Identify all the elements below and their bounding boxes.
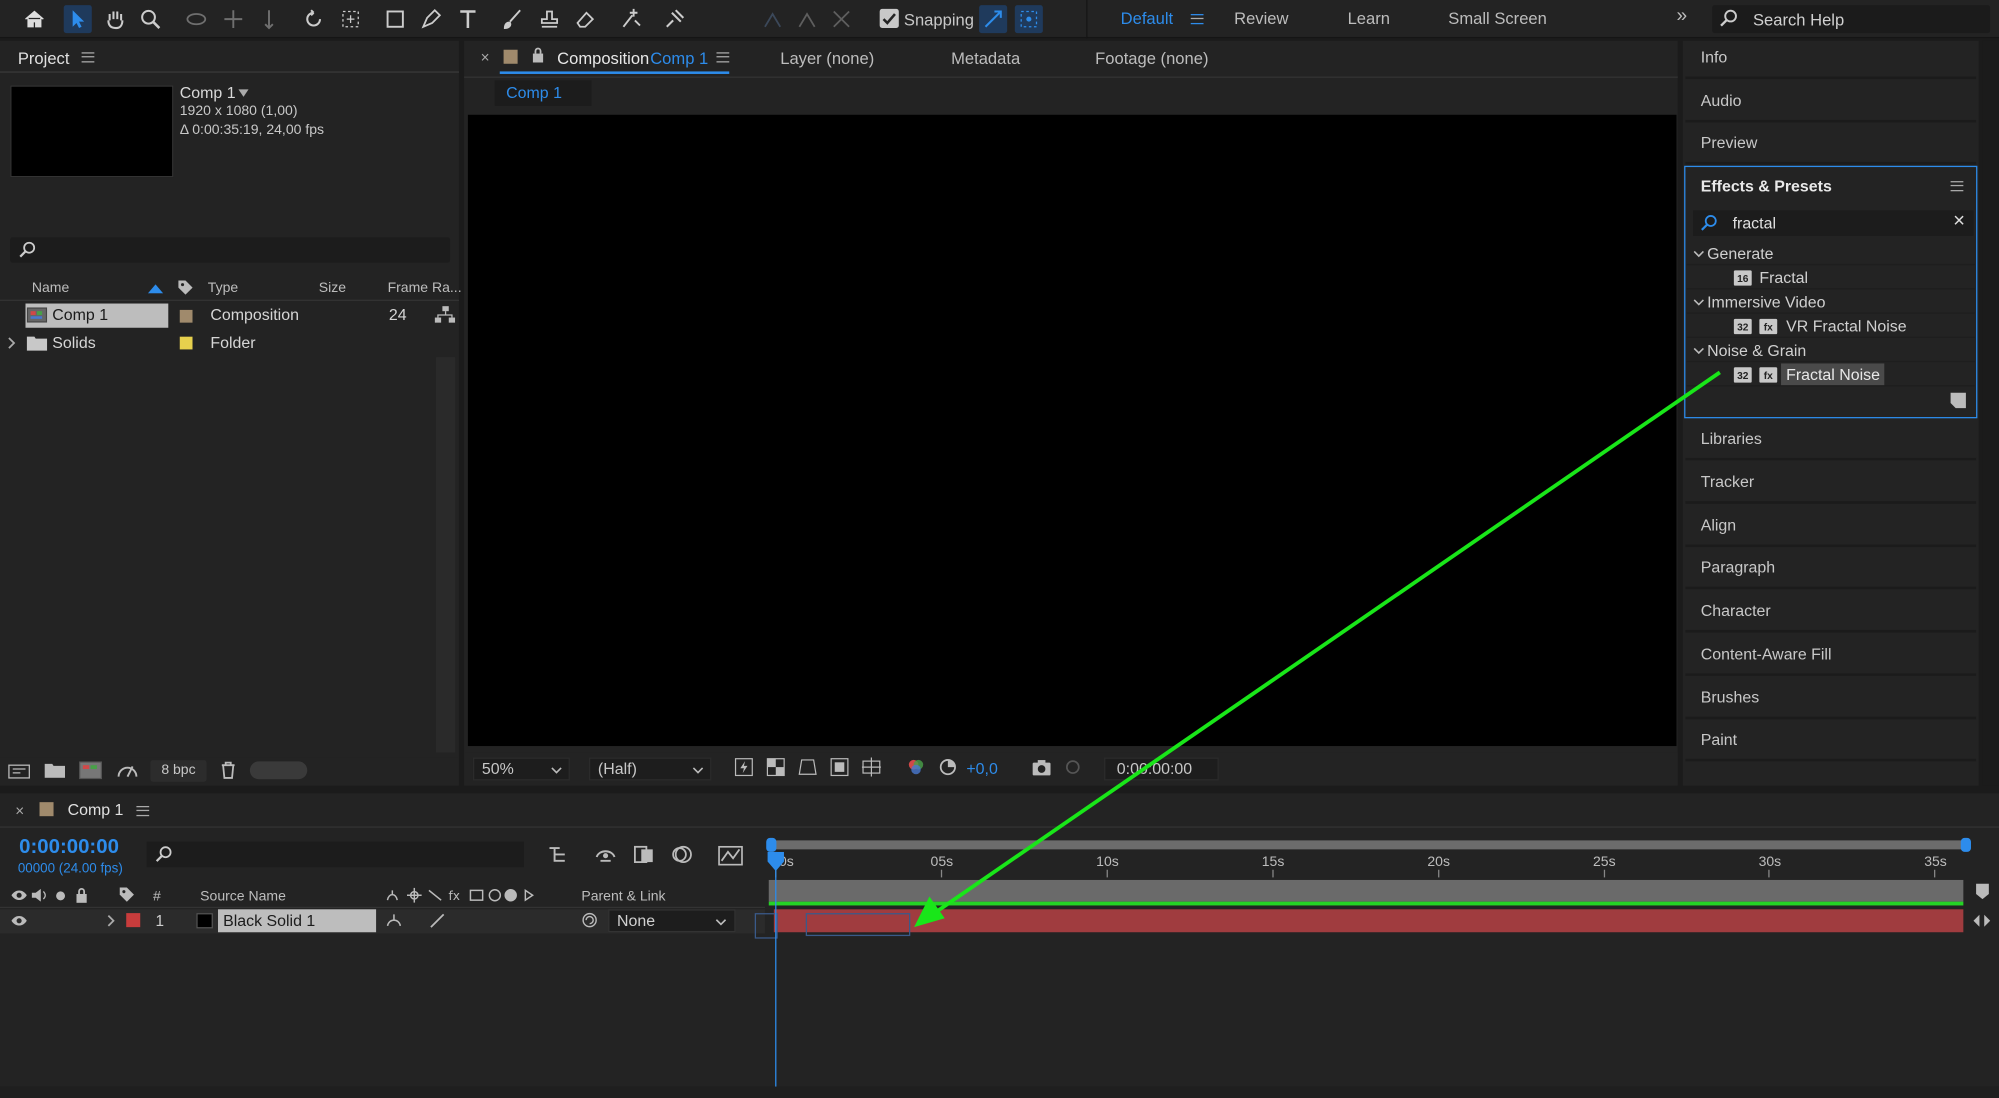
ruler-label-20s: 20s [1427,854,1450,870]
ruler-tick [1768,869,1771,878]
ruler-tick [1106,869,1108,878]
playhead-handle[interactable] [767,851,784,872]
layer-keyframe-navigator-icon[interactable] [1972,912,1991,930]
ruler-label-35s: 35s [1924,854,1947,870]
ruler-tick [1271,869,1274,878]
ruler-tick [1934,869,1936,878]
ruler-tick [1437,869,1439,878]
time-ruler[interactable]: 0s 05s 10s 15s 20s 25s 30s 35s [0,0,1999,1098]
ruler-tick [1603,869,1605,878]
ruler-label-10s: 10s [1096,854,1119,870]
ruler-label-25s: 25s [1592,854,1616,870]
comp-duration-bar[interactable] [768,879,1964,902]
comp-marker-bin-icon[interactable] [1975,883,1990,901]
layer-duration-bar[interactable] [773,909,1964,933]
ruler-tick [940,869,943,878]
playhead-line[interactable] [775,851,777,1098]
ruler-label-05s: 05s [930,854,954,870]
app-window: Snapping Default Review Learn Small Scre… [0,0,1999,1098]
ruler-label-30s: 30s [1758,854,1782,870]
timeline-bottom-bar [0,1086,1999,1098]
ruler-label-15s: 15s [1261,854,1285,870]
drop-target-outline [805,913,911,937]
render-cache-indicator [768,901,1964,906]
